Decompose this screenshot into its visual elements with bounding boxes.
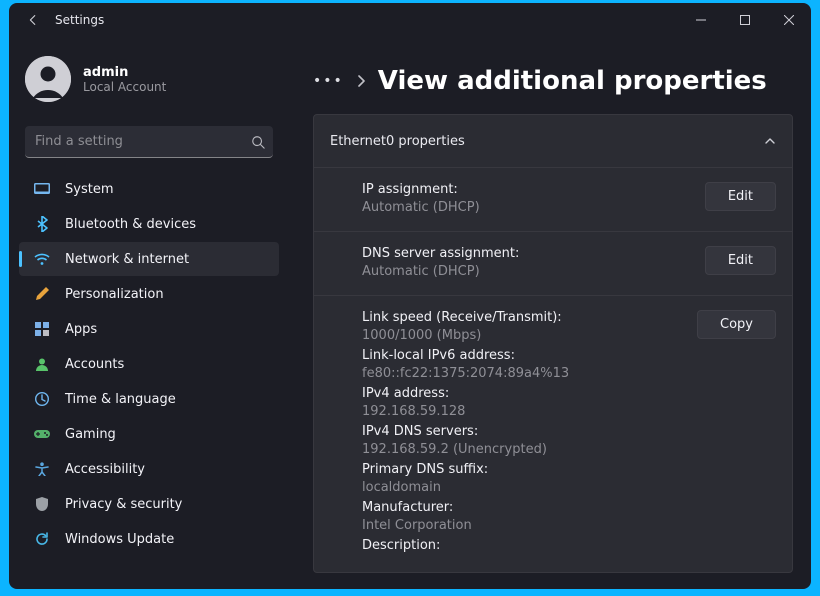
sidebar: admin Local Account System Bluetooth & de… xyxy=(9,36,289,589)
detail-row: Description: xyxy=(362,538,697,553)
detail-row: Manufacturer: Intel Corporation xyxy=(362,500,697,533)
sidebar-item-label: System xyxy=(65,182,113,197)
scroll-area[interactable]: Ethernet0 properties IP assignment: Auto… xyxy=(289,114,809,589)
card-header[interactable]: Ethernet0 properties xyxy=(314,115,792,167)
sidebar-item-label: Bluetooth & devices xyxy=(65,217,196,232)
sidebar-item-label: Privacy & security xyxy=(65,497,182,512)
sidebar-item-label: Windows Update xyxy=(65,532,174,547)
sidebar-item-timelang[interactable]: Time & language xyxy=(19,382,279,416)
detail-label: Link speed (Receive/Transmit): xyxy=(362,310,697,325)
settings-window: Settings admin Local Account xyxy=(9,3,811,589)
sidebar-item-label: Network & internet xyxy=(65,252,189,267)
sidebar-item-update[interactable]: Windows Update xyxy=(19,522,279,556)
sidebar-item-personalization[interactable]: Personalization xyxy=(19,277,279,311)
avatar xyxy=(25,56,71,102)
card-title: Ethernet0 properties xyxy=(330,134,465,149)
chevron-right-icon xyxy=(356,75,366,87)
sidebar-item-gaming[interactable]: Gaming xyxy=(19,417,279,451)
network-icon xyxy=(33,250,51,268)
sidebar-item-label: Personalization xyxy=(65,287,164,302)
window-body: admin Local Account System Bluetooth & de… xyxy=(9,36,811,589)
detail-row: Link-local IPv6 address:fe80::fc22:1375:… xyxy=(362,348,697,381)
card-body: IP assignment: Automatic (DHCP) Edit DNS… xyxy=(314,167,792,572)
personalization-icon xyxy=(33,285,51,303)
detail-value: 192.168.59.128 xyxy=(362,404,697,419)
sidebar-item-accessibility[interactable]: Accessibility xyxy=(19,452,279,486)
search-icon xyxy=(251,135,265,149)
titlebar: Settings xyxy=(9,3,811,36)
maximize-button[interactable] xyxy=(723,3,767,36)
content: ••• View additional properties Ethernet0… xyxy=(289,36,811,589)
close-icon xyxy=(784,15,794,25)
detail-label: IPv4 address: xyxy=(362,386,697,401)
minimize-button[interactable] xyxy=(679,3,723,36)
sidebar-item-accounts[interactable]: Accounts xyxy=(19,347,279,381)
ip-assignment-section: IP assignment: Automatic (DHCP) Edit xyxy=(314,168,792,231)
sidebar-item-system[interactable]: System xyxy=(19,172,279,206)
maximize-icon xyxy=(740,15,750,25)
sidebar-item-label: Accounts xyxy=(65,357,124,372)
chevron-up-icon xyxy=(764,135,776,147)
copy-button[interactable]: Copy xyxy=(697,310,776,339)
accounts-icon xyxy=(33,355,51,373)
user-block[interactable]: admin Local Account xyxy=(17,48,281,110)
detail-label: IPv4 DNS servers: xyxy=(362,424,697,439)
detail-row: Primary DNS suffix: localdomain xyxy=(362,462,697,495)
apps-icon xyxy=(33,320,51,338)
sidebar-item-label: Gaming xyxy=(65,427,116,442)
accessibility-icon xyxy=(33,460,51,478)
sidebar-item-apps[interactable]: Apps xyxy=(19,312,279,346)
gaming-icon xyxy=(33,425,51,443)
edit-ip-button[interactable]: Edit xyxy=(705,182,776,211)
detail-label: Primary DNS suffix: xyxy=(362,462,697,477)
detail-label: Description: xyxy=(362,538,697,553)
user-name: admin xyxy=(83,65,166,80)
sidebar-item-privacy[interactable]: Privacy & security xyxy=(19,487,279,521)
detail-label: Link-local IPv6 address: xyxy=(362,348,697,363)
bluetooth-icon xyxy=(33,215,51,233)
privacy-icon xyxy=(33,495,51,513)
ip-assignment-label: IP assignment: xyxy=(362,182,705,197)
window-title: Settings xyxy=(55,13,104,27)
dns-assignment-section: DNS server assignment: Automatic (DHCP) … xyxy=(314,231,792,295)
breadcrumb-ellipsis[interactable]: ••• xyxy=(313,73,344,89)
breadcrumb: ••• View additional properties xyxy=(289,36,809,114)
detail-value: localdomain xyxy=(362,480,697,495)
detail-row: IPv4 DNS servers: 192.168.59.2 (Unencrypt… xyxy=(362,424,697,457)
details-list: Link speed (Receive/Transmit): 1000/1000 … xyxy=(362,310,697,556)
details-section: Link speed (Receive/Transmit): 1000/1000 … xyxy=(314,295,792,572)
minimize-icon xyxy=(696,15,706,25)
user-icon xyxy=(25,56,71,102)
window-controls xyxy=(679,3,811,36)
update-icon xyxy=(33,530,51,548)
close-button[interactable] xyxy=(767,3,811,36)
ethernet-properties-card: Ethernet0 properties IP assignment: Auto… xyxy=(313,114,793,573)
detail-row: Link speed (Receive/Transmit): 1000/1000 … xyxy=(362,310,697,343)
user-subtitle: Local Account xyxy=(83,80,166,94)
ip-assignment-value: Automatic (DHCP) xyxy=(362,200,705,215)
arrow-left-icon xyxy=(26,13,40,27)
search-input[interactable] xyxy=(35,134,241,149)
system-icon xyxy=(33,180,51,198)
timelang-icon xyxy=(33,390,51,408)
sidebar-item-network[interactable]: Network & internet xyxy=(19,242,279,276)
detail-value: 192.168.59.2 (Unencrypted) xyxy=(362,442,697,457)
dns-assignment-label: DNS server assignment: xyxy=(362,246,705,261)
sidebar-item-label: Apps xyxy=(65,322,97,337)
search-box[interactable] xyxy=(25,126,273,158)
sidebar-item-label: Accessibility xyxy=(65,462,145,477)
detail-value: 1000/1000 (Mbps) xyxy=(362,328,697,343)
detail-row: IPv4 address: 192.168.59.128 xyxy=(362,386,697,419)
nav: System Bluetooth & devices Network & inter… xyxy=(17,172,281,557)
dns-assignment-value: Automatic (DHCP) xyxy=(362,264,705,279)
detail-label: Manufacturer: xyxy=(362,500,697,515)
detail-value: fe80::fc22:1375:2074:89a4%13 xyxy=(362,366,697,381)
back-button[interactable] xyxy=(19,6,47,34)
page-title: View additional properties xyxy=(378,66,767,96)
sidebar-item-bluetooth[interactable]: Bluetooth & devices xyxy=(19,207,279,241)
edit-dns-button[interactable]: Edit xyxy=(705,246,776,275)
sidebar-item-label: Time & language xyxy=(65,392,176,407)
detail-value: Intel Corporation xyxy=(362,518,697,533)
